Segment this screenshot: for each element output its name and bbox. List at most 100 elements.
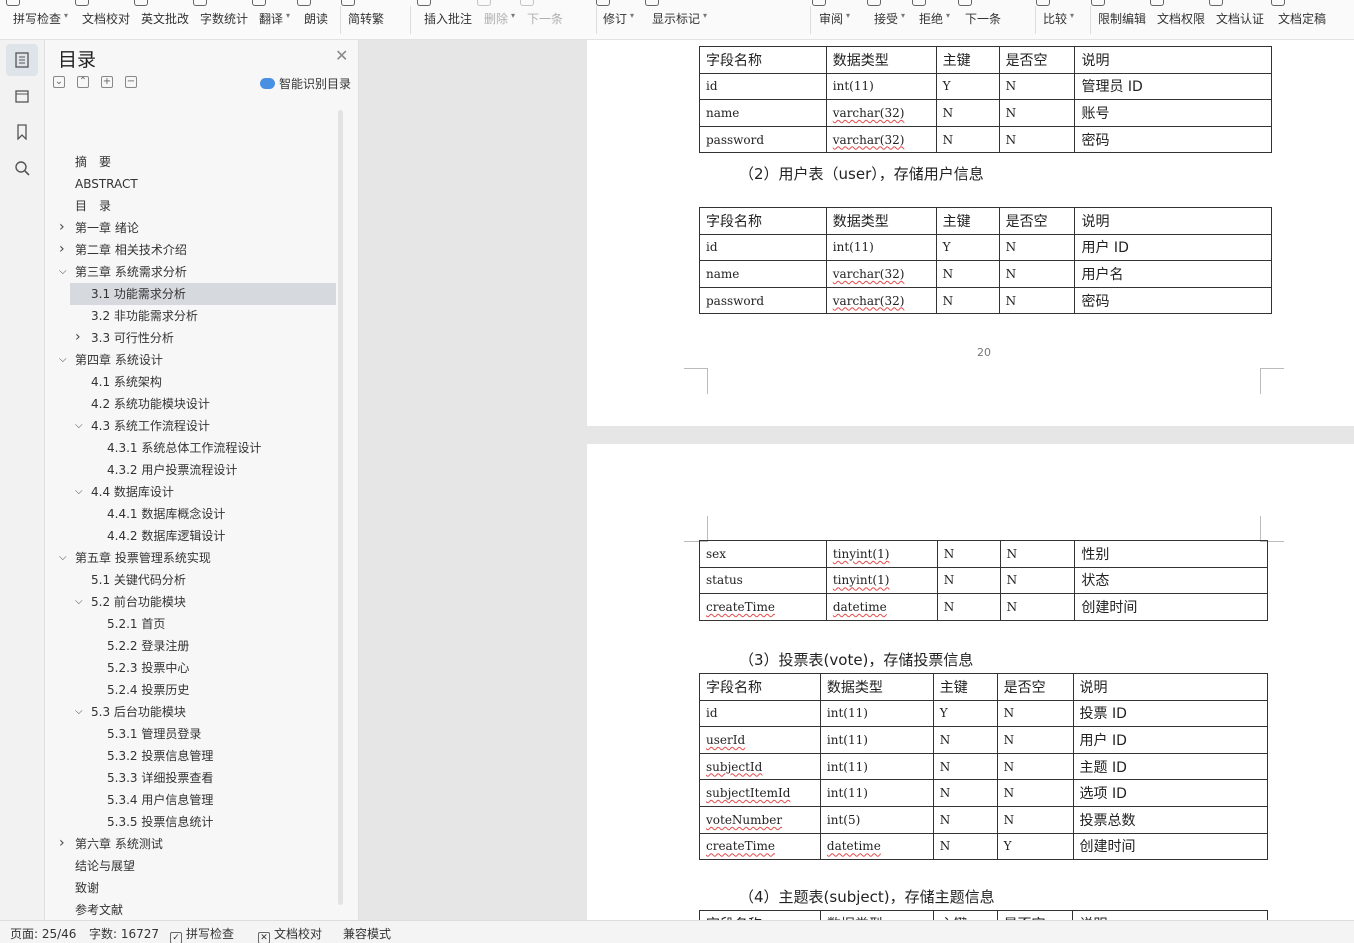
table-cell[interactable]: 性别	[1074, 540, 1268, 568]
toc-item[interactable]: ⌵ 5.2 前台功能模块	[70, 591, 336, 613]
toc-item[interactable]: 4.4.1 数据库概念设计	[70, 503, 336, 525]
page-indicator[interactable]: 页面: 25/46	[10, 925, 76, 942]
table-cell[interactable]: varchar(32)	[825, 286, 937, 315]
table-cell[interactable]: Y	[935, 72, 1000, 101]
table-header-cell[interactable]: 是否空	[996, 910, 1074, 920]
table-cell[interactable]: N	[996, 805, 1074, 834]
table-cell[interactable]: int(11)	[825, 233, 937, 262]
toc-item[interactable]: 结论与展望	[70, 855, 336, 877]
table-cell[interactable]: N	[998, 286, 1076, 315]
toc-item[interactable]: › 第一章 绪论	[59, 217, 336, 239]
table-cell[interactable]: password	[699, 125, 827, 154]
chevron-right-icon[interactable]: ›	[59, 832, 65, 854]
table-header-cell[interactable]: 主键	[932, 673, 998, 701]
table-cell[interactable]: int(5)	[819, 805, 934, 834]
toc-item[interactable]: 致谢	[70, 877, 336, 899]
toc-item[interactable]: 4.3.2 用户投票流程设计	[70, 459, 336, 481]
table-cell[interactable]: N	[998, 233, 1076, 262]
collapse-all-icon[interactable]: ⌄	[53, 76, 65, 88]
table-cell[interactable]: subjectId	[699, 752, 821, 781]
table-cell[interactable]: 密码	[1074, 125, 1272, 154]
close-icon[interactable]: ✕	[335, 46, 348, 65]
table-cell[interactable]: 创建时间	[1072, 832, 1268, 861]
table-cell[interactable]: varchar(32)	[825, 99, 937, 127]
chevron-down-icon[interactable]: ⌵	[75, 481, 83, 503]
table-cell[interactable]: N	[935, 286, 1000, 315]
toc-item[interactable]: ABSTRACT	[70, 173, 336, 195]
table-header-cell[interactable]: 字段名称	[699, 910, 821, 920]
table-cell[interactable]: 密码	[1074, 286, 1272, 315]
toc-item[interactable]: › 第六章 系统测试	[59, 833, 336, 855]
toc-item[interactable]: 5.3.5 投票信息统计	[70, 811, 336, 833]
table-header-cell[interactable]: 说明	[1074, 207, 1272, 235]
toc-item[interactable]: ⌵ 4.3 系统工作流程设计	[70, 415, 336, 437]
table-cell[interactable]: createTime	[699, 832, 821, 861]
table-cell[interactable]: voteNumber	[699, 805, 821, 834]
chevron-right-icon[interactable]: ›	[59, 238, 65, 260]
toc-item[interactable]: 4.3.1 系统总体工作流程设计	[70, 437, 336, 459]
table-header-cell[interactable]: 数据类型	[825, 46, 937, 74]
toc-item[interactable]: ⌵ 第五章 投票管理系统实现	[59, 547, 336, 569]
table-cell[interactable]: name	[699, 99, 827, 127]
toc-item[interactable]: 4.2 系统功能模块设计	[70, 393, 336, 415]
table-cell[interactable]: sex	[699, 540, 827, 568]
table-cell[interactable]: N	[998, 260, 1076, 288]
table-cell[interactable]: 投票 ID	[1072, 699, 1268, 728]
toc-item[interactable]: › 第二章 相关技术介绍	[59, 239, 336, 261]
chevron-down-icon[interactable]: ▾	[946, 11, 950, 20]
toc-item[interactable]: › 3.3 可行性分析	[70, 327, 336, 349]
table-cell[interactable]: 管理员 ID	[1074, 72, 1272, 101]
table-cell[interactable]: N	[996, 752, 1074, 781]
table-cell[interactable]: datetime	[825, 593, 938, 621]
table-cell[interactable]: N	[999, 540, 1076, 568]
table-cell[interactable]: N	[936, 566, 1001, 595]
table-header-cell[interactable]: 字段名称	[699, 46, 827, 74]
toc-item[interactable]: 3.1 功能需求分析	[70, 283, 336, 305]
table-cell[interactable]: int(11)	[819, 726, 934, 754]
table-header-cell[interactable]: 是否空	[996, 673, 1074, 701]
table-cell[interactable]: N	[932, 726, 998, 754]
table-cell[interactable]: 用户 ID	[1072, 726, 1268, 754]
table-cell[interactable]: 选项 ID	[1072, 779, 1268, 807]
table-cell[interactable]: id	[699, 233, 827, 262]
table-cell[interactable]: 用户 ID	[1074, 233, 1272, 262]
toc-item[interactable]: 5.2.3 投票中心	[70, 657, 336, 679]
table-header-cell[interactable]: 说明	[1072, 910, 1268, 920]
table-cell[interactable]: tinyint(1)	[825, 540, 938, 568]
chevron-down-icon[interactable]: ▾	[1070, 11, 1074, 20]
find-button[interactable]	[6, 152, 38, 184]
toc-item[interactable]: 3.2 非功能需求分析	[70, 305, 336, 327]
table-cell[interactable]: 创建时间	[1074, 593, 1268, 621]
chevron-down-icon[interactable]: ▾	[511, 11, 515, 20]
toc-item[interactable]: 5.3.1 管理员登录	[70, 723, 336, 745]
toc-item[interactable]: ⌵ 5.3 后台功能模块	[70, 701, 336, 723]
table-cell[interactable]: N	[932, 832, 998, 861]
toc-item[interactable]: ⌵ 4.4 数据库设计	[70, 481, 336, 503]
chevron-down-icon[interactable]: ⌵	[75, 701, 83, 723]
table-header-cell[interactable]: 是否空	[998, 207, 1076, 235]
proofread-toggle[interactable]: ✕ 文档校对	[258, 925, 322, 943]
toc-item[interactable]: ⌵ 第三章 系统需求分析	[59, 261, 336, 283]
table-header-cell[interactable]: 数据类型	[819, 910, 934, 920]
table-header-cell[interactable]: 数据类型	[819, 673, 934, 701]
table-header-cell[interactable]: 说明	[1074, 46, 1272, 74]
table-cell[interactable]: N	[996, 726, 1074, 754]
toc-item[interactable]: 5.3.4 用户信息管理	[70, 789, 336, 811]
table-header-cell[interactable]: 字段名称	[699, 673, 821, 701]
table-cell[interactable]: int(11)	[825, 72, 937, 101]
table-header-cell[interactable]: 是否空	[998, 46, 1076, 74]
table-cell[interactable]: N	[932, 805, 998, 834]
table-cell[interactable]: 投票总数	[1072, 805, 1268, 834]
chevron-right-icon[interactable]: ›	[75, 326, 81, 348]
table-cell[interactable]: Y	[932, 699, 998, 728]
table-cell[interactable]: varchar(32)	[825, 260, 937, 288]
toc-item[interactable]: 5.2.4 投票历史	[70, 679, 336, 701]
word-count[interactable]: 字数: 16727	[89, 925, 159, 942]
table-cell[interactable]: int(11)	[819, 779, 934, 807]
table-cell[interactable]: int(11)	[819, 752, 934, 781]
table-cell[interactable]: N	[935, 125, 1000, 154]
table-cell[interactable]: 主题 ID	[1072, 752, 1268, 781]
add-heading-icon[interactable]: +	[101, 76, 113, 88]
table-cell[interactable]: userId	[699, 726, 821, 754]
table-cell[interactable]: N	[936, 593, 1001, 621]
